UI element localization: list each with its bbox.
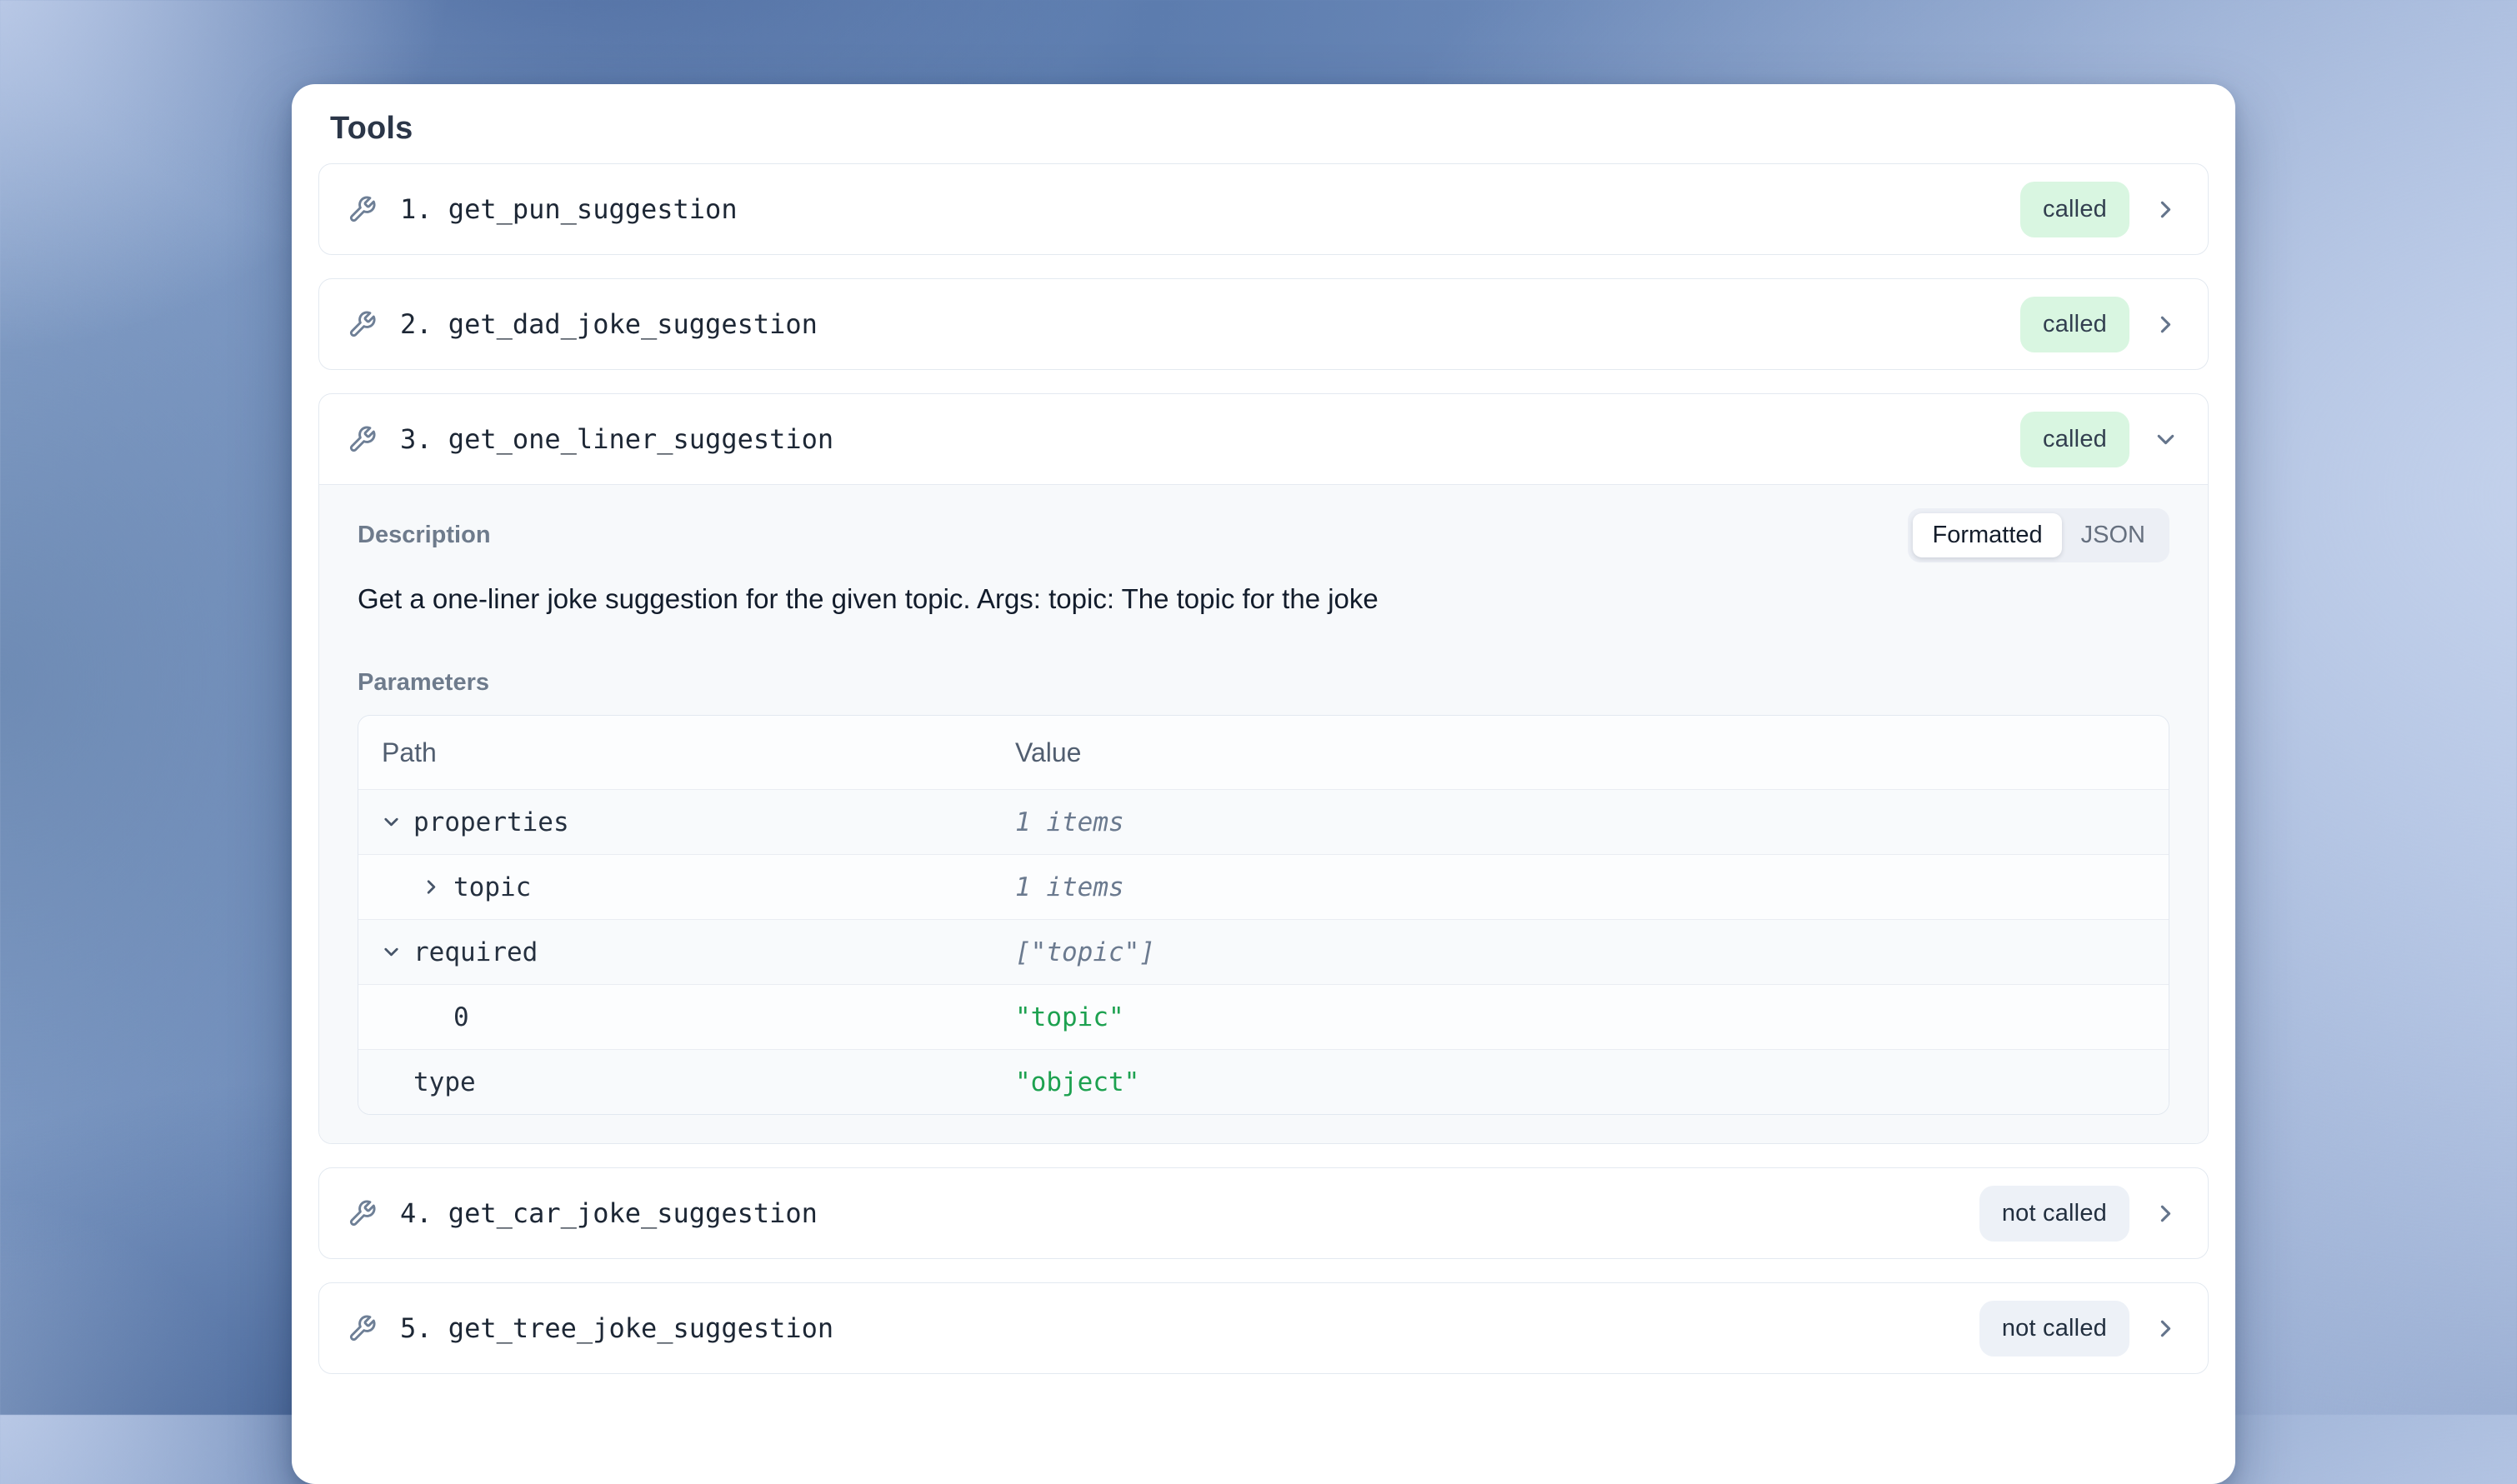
parameters-table: Path Value properties 1 items topic 1 [358, 715, 2169, 1115]
tool-row-header-get_dad_joke_suggestion[interactable]: 2. get_dad_joke_suggestion called [319, 279, 2208, 369]
page-title: Tools [330, 109, 2209, 147]
tool-row-header-get_car_joke_suggestion[interactable]: 4. get_car_joke_suggestion not called [319, 1168, 2208, 1258]
table-row-topic[interactable]: topic 1 items [358, 854, 2169, 919]
table-row-type: type "object" [358, 1049, 2169, 1114]
tool-name: 1. get_pun_suggestion [400, 193, 2020, 225]
tool-name: 4. get_car_joke_suggestion [400, 1197, 1979, 1229]
detail-header: Description Formatted JSON [358, 508, 2169, 562]
param-path: required [413, 937, 538, 967]
chevron-down-icon[interactable] [380, 811, 413, 833]
wrench-icon [348, 1199, 377, 1228]
tool-row: 2. get_dad_joke_suggestion called [318, 278, 2209, 370]
tool-row: 1. get_pun_suggestion called [318, 163, 2209, 255]
chevron-down-icon[interactable] [380, 941, 413, 963]
wrench-icon [348, 195, 377, 224]
status-badge: called [2020, 182, 2129, 237]
status-badge: called [2020, 412, 2129, 467]
tool-row-header-get_pun_suggestion[interactable]: 1. get_pun_suggestion called [319, 164, 2208, 254]
param-path: type [413, 1067, 476, 1097]
chevron-down-icon[interactable] [2152, 426, 2179, 453]
chevron-right-icon[interactable] [420, 876, 453, 898]
toggle-json[interactable]: JSON [2062, 513, 2164, 557]
toggle-formatted[interactable]: Formatted [1913, 513, 2061, 557]
tool-row-expanded: 3. get_one_liner_suggestion called Descr… [318, 393, 2209, 1144]
status-badge: not called [1979, 1186, 2129, 1242]
path-column-header: Path [358, 737, 1015, 768]
status-badge: not called [1979, 1301, 2129, 1357]
table-row-properties[interactable]: properties 1 items [358, 789, 2169, 854]
param-path: properties [413, 807, 569, 837]
param-value: 1 items [1015, 872, 2169, 902]
tool-row: 4. get_car_joke_suggestion not called [318, 1167, 2209, 1259]
view-mode-toggle: Formatted JSON [1908, 508, 2169, 562]
tool-name: 2. get_dad_joke_suggestion [400, 308, 2020, 340]
description-label: Description [358, 522, 491, 549]
chevron-right-icon[interactable] [2152, 311, 2179, 338]
chevron-right-icon[interactable] [2152, 196, 2179, 223]
table-row-required[interactable]: required ["topic"] [358, 919, 2169, 984]
table-header-row: Path Value [358, 716, 2169, 789]
tool-row: 5. get_tree_joke_suggestion not called [318, 1282, 2209, 1374]
status-badge: called [2020, 297, 2129, 352]
tools-panel: Tools 1. get_pun_suggestion called 2. ge… [292, 84, 2235, 1484]
tool-detail-panel: Description Formatted JSON Get a one-lin… [319, 484, 2208, 1143]
wrench-icon [348, 310, 377, 339]
wrench-icon [348, 1314, 377, 1343]
chevron-right-icon[interactable] [2152, 1315, 2179, 1342]
parameters-label: Parameters [358, 669, 2169, 697]
tool-row-header-get_tree_joke_suggestion[interactable]: 5. get_tree_joke_suggestion not called [319, 1283, 2208, 1373]
tool-name: 5. get_tree_joke_suggestion [400, 1312, 1979, 1344]
tool-description: Get a one-liner joke suggestion for the … [358, 581, 2169, 617]
tool-name: 3. get_one_liner_suggestion [400, 423, 2020, 455]
param-path: 0 [453, 1002, 469, 1032]
param-value: "topic" [1015, 1002, 2169, 1032]
param-value: 1 items [1015, 807, 2169, 837]
wrench-icon [348, 425, 377, 454]
param-path: topic [453, 872, 531, 902]
tool-row-header-get_one_liner_suggestion[interactable]: 3. get_one_liner_suggestion called [319, 394, 2208, 484]
param-value: "object" [1015, 1067, 2169, 1097]
chevron-right-icon[interactable] [2152, 1200, 2179, 1227]
param-value: ["topic"] [1015, 937, 2169, 967]
value-column-header: Value [1015, 737, 2169, 768]
table-row-required-0: 0 "topic" [358, 984, 2169, 1049]
